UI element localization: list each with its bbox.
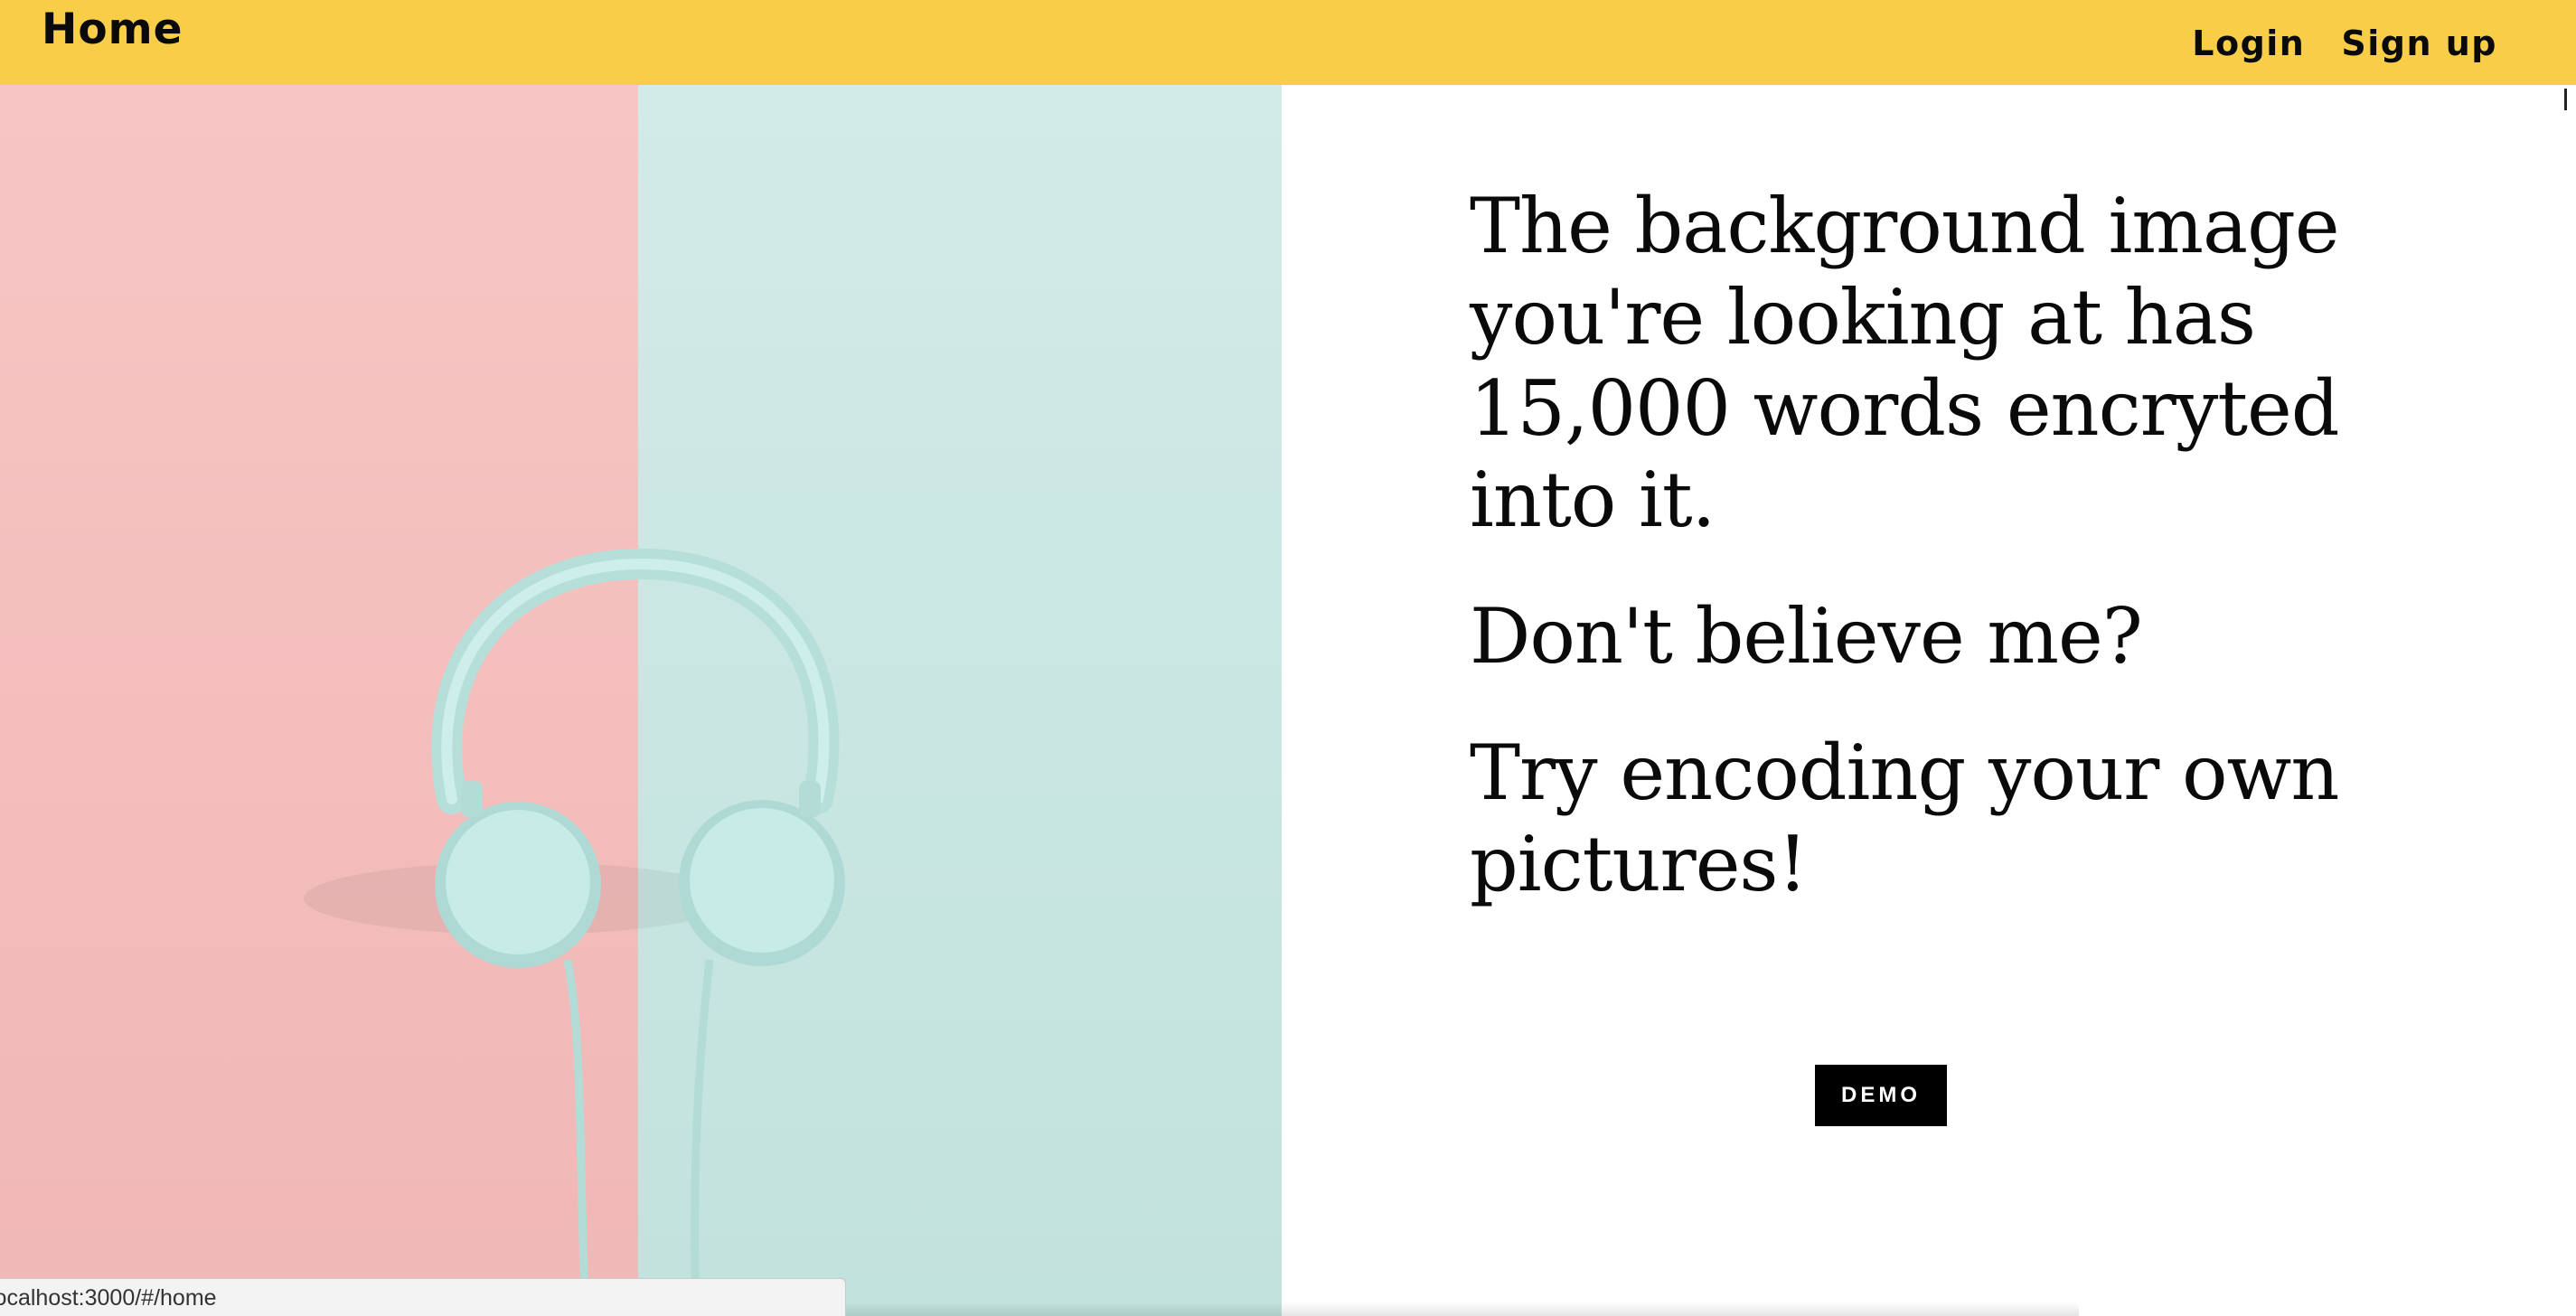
hero-background-image <box>0 85 1282 1316</box>
signup-link[interactable]: Sign up <box>2341 18 2497 69</box>
hero-question: Don't believe me? <box>1470 592 2143 681</box>
headphones-image <box>0 85 1282 1316</box>
home-link[interactable]: Home <box>42 4 183 56</box>
login-link[interactable]: Login <box>2192 18 2305 69</box>
nav-links: Login Sign up <box>2192 18 2497 69</box>
text-cursor-icon <box>2564 89 2567 110</box>
demo-button[interactable]: DEMO <box>1815 1065 1947 1126</box>
hero-headline: The background image you're looking at h… <box>1470 182 2340 544</box>
hero-call-to-action: Try encoding your own pictures! <box>1470 728 2340 908</box>
hero-text: The background image you're looking at h… <box>1470 181 2374 910</box>
navbar: Home Login Sign up <box>0 0 2576 85</box>
status-bar-url: localhost:3000/#/home <box>0 1278 846 1316</box>
status-url-text: localhost:3000/#/home <box>0 1285 217 1311</box>
